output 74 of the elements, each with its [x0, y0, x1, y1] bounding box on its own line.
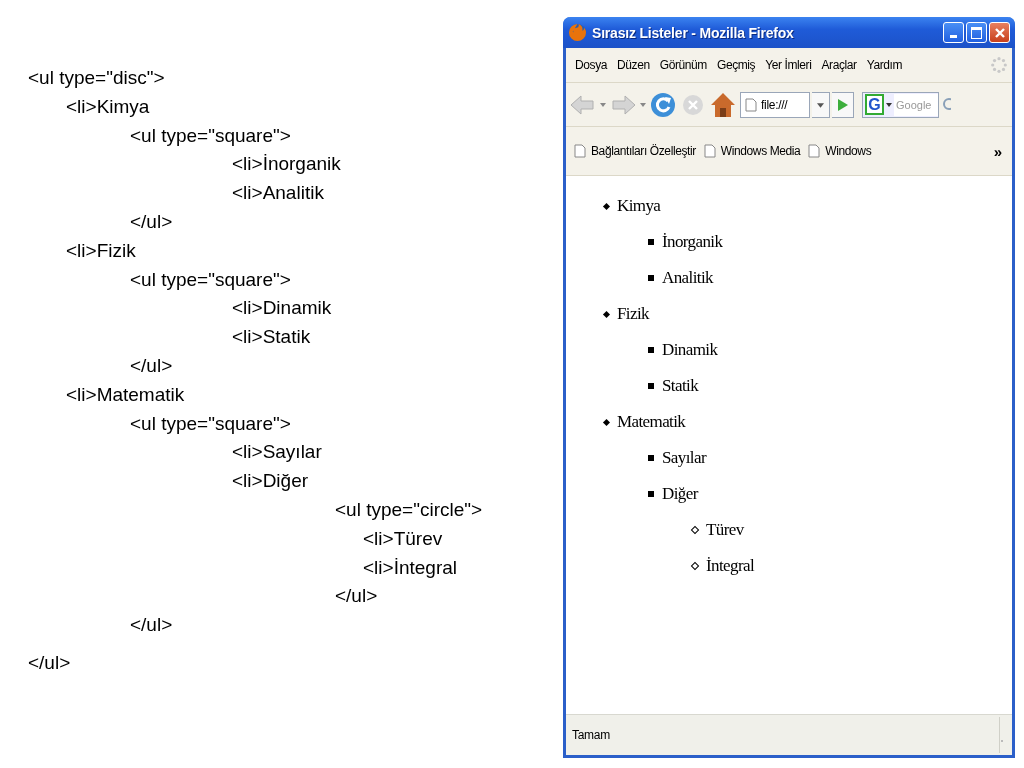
- dropdown-arrow-icon: [817, 103, 824, 108]
- bookmark-item[interactable]: Windows Media: [699, 144, 805, 158]
- reload-button[interactable]: [648, 90, 678, 119]
- code-line: </ul>: [130, 354, 173, 376]
- list-item-text: Fizik: [617, 304, 649, 324]
- list-item-text: İntegral: [706, 556, 755, 576]
- bullet-icon: [648, 275, 654, 281]
- bullet-icon: [648, 455, 654, 461]
- search-engine-icon[interactable]: G: [865, 94, 884, 115]
- list-item-text: Türev: [706, 520, 744, 540]
- page-icon: [703, 144, 716, 158]
- more-bookmarks-button[interactable]: »: [987, 142, 1008, 160]
- window-title: Sırasız Listeler - Mozilla Firefox: [592, 24, 794, 41]
- play-icon: [836, 97, 849, 112]
- code-line: <ul type="disc">: [28, 67, 165, 88]
- bullet-icon: [602, 202, 611, 210]
- list-item-text: Statik: [662, 376, 699, 396]
- maximize-button[interactable]: [966, 22, 987, 43]
- search-icon[interactable]: [941, 96, 951, 113]
- list-item-text: Dinamik: [662, 340, 718, 360]
- code-line: <li>İntegral: [363, 556, 457, 578]
- code-line: <li>Dinamik: [232, 297, 332, 319]
- code-line: </ul>: [130, 614, 173, 636]
- code-line: <ul type="circle">: [335, 498, 483, 520]
- list-item-text: Analitik: [662, 268, 713, 288]
- code-line: <li>Türev: [363, 527, 443, 549]
- bullet-icon: [648, 347, 654, 353]
- code-line: <li>Diğer: [232, 470, 309, 492]
- code-line: <ul type="square">: [130, 268, 291, 290]
- list-item-text: Kimya: [617, 196, 661, 216]
- menu-item[interactable]: Yardım: [861, 58, 908, 72]
- menu-item[interactable]: Dosya: [570, 58, 612, 72]
- code-line: <li>Matematik: [66, 383, 185, 405]
- search-field[interactable]: G Google: [862, 91, 939, 118]
- code-line: </ul>: [335, 585, 378, 607]
- throbber-icon: [990, 56, 1008, 74]
- code-line: <li>İnorganik: [232, 153, 341, 175]
- bookmark-item[interactable]: Bağlantıları Özelleştir: [570, 144, 700, 158]
- code-line: <li>Sayılar: [232, 441, 322, 463]
- code-line: <li>Fizik: [66, 239, 136, 261]
- status-text: Tamam: [572, 728, 610, 742]
- list-item-text: İnorganik: [662, 232, 723, 252]
- page-icon: [808, 144, 821, 158]
- bullet-icon: [648, 383, 654, 389]
- code-line: <li>Kimya: [66, 95, 150, 117]
- bookmark-item[interactable]: Windows: [804, 144, 876, 158]
- firefox-logo-icon: [568, 23, 587, 42]
- bullet-icon: [602, 418, 611, 426]
- menu-item[interactable]: Görünüm: [654, 58, 712, 72]
- list-item-text: Diğer: [662, 484, 698, 504]
- address-dropdown-button[interactable]: [812, 91, 830, 118]
- code-line: <ul type="square">: [130, 412, 291, 434]
- page-icon: [574, 144, 586, 158]
- list-item-text: Matematik: [617, 412, 686, 432]
- page-icon: [745, 97, 757, 112]
- code-line: <li>Analitik: [232, 182, 324, 204]
- bullet-icon: [648, 491, 654, 497]
- dropdown-arrow-icon[interactable]: [886, 102, 892, 107]
- menu-item[interactable]: Yer İmleri: [760, 58, 817, 72]
- bullet-icon: [648, 239, 654, 245]
- close-button[interactable]: [989, 22, 1010, 43]
- bullet-icon: [602, 310, 611, 318]
- menu-item[interactable]: Geçmiş: [711, 58, 761, 72]
- menu-item[interactable]: Düzen: [612, 58, 655, 72]
- code-line: </ul>: [130, 211, 173, 232]
- go-button[interactable]: [832, 91, 854, 118]
- close-icon: [993, 26, 1006, 39]
- minimize-button[interactable]: [943, 22, 964, 43]
- code-line: <li>Statik: [232, 326, 311, 348]
- menu-item[interactable]: Araçlar: [816, 58, 862, 72]
- list-item-text: Sayılar: [662, 448, 706, 468]
- address-field[interactable]: file:///: [740, 91, 810, 118]
- code-line: </ul>: [28, 651, 71, 673]
- code-line: <ul type="square">: [130, 124, 291, 146]
